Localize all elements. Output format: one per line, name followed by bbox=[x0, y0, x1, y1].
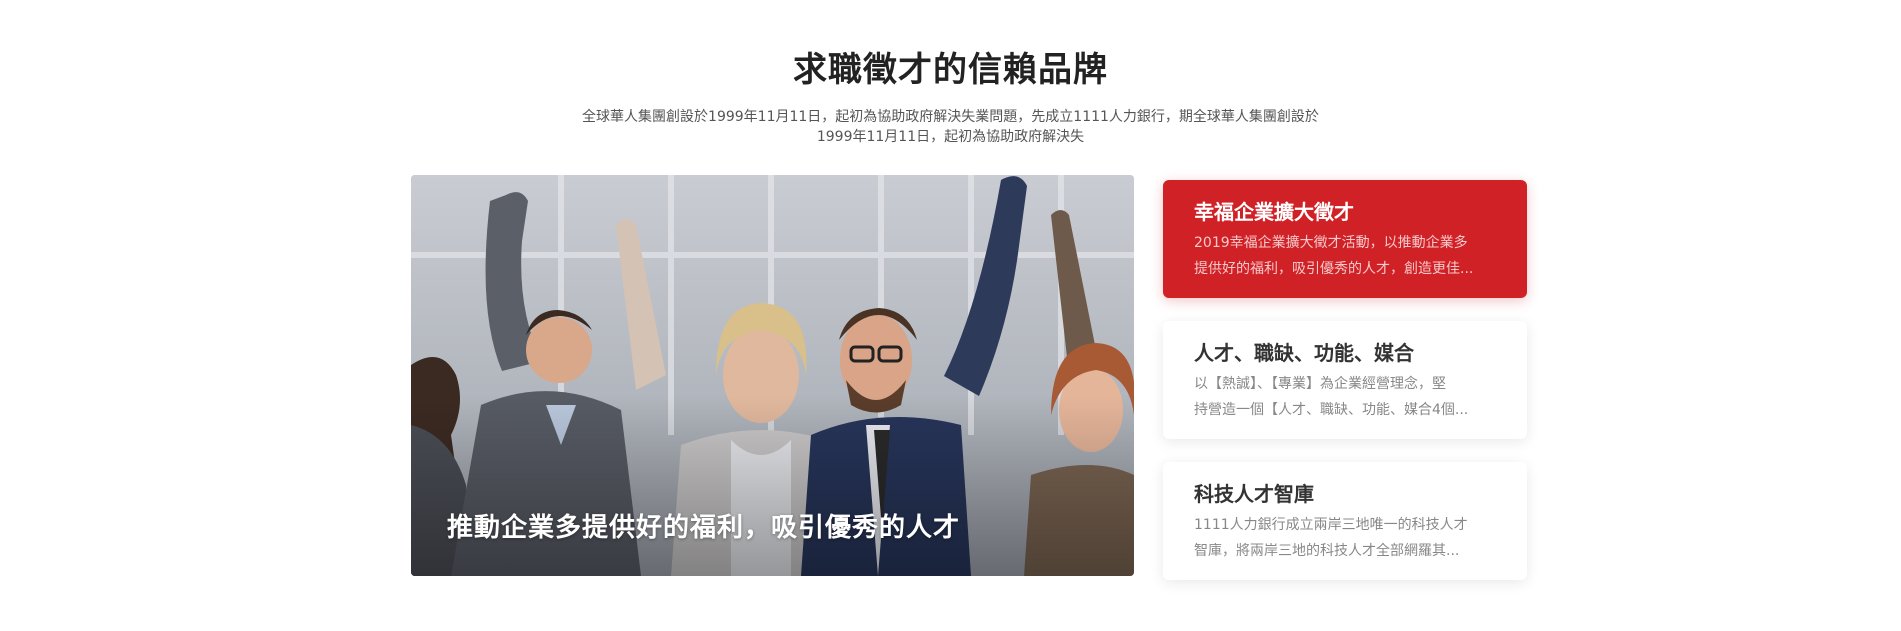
hero-banner[interactable]: 推動企業多提供好的福利，吸引優秀的人才 bbox=[411, 175, 1134, 576]
card-summary-line: 2019幸福企業擴大徵才活動，以推動企業多 bbox=[1194, 235, 1468, 251]
hero-caption: 推動企業多提供好的福利，吸引優秀的人才 bbox=[447, 513, 961, 543]
section-description: 全球華人集團創設於1999年11月11日，起初為協助政府解決失業問題，先成立11… bbox=[582, 109, 1319, 145]
card-summary-line: 持營造一個【人才、職缺、功能、媒合4個... bbox=[1194, 402, 1469, 418]
card-title: 幸福企業擴大徵才 bbox=[1194, 200, 1354, 224]
card-title: 科技人才智庫 bbox=[1194, 482, 1314, 506]
card-summary: 1111人力銀行成立兩岸三地唯一的科技人才 智庫，將兩岸三地的科技人才全部網羅其… bbox=[1194, 512, 1497, 564]
card-summary: 以【熱誠】、【專業】為企業經營理念，堅 持營造一個【人才、職缺、功能、媒合4個.… bbox=[1194, 371, 1497, 423]
card-talent-matching[interactable]: 人才、職缺、功能、媒合 以【熱誠】、【專業】為企業經營理念，堅 持營造一個【人才… bbox=[1163, 321, 1527, 439]
card-summary: 2019幸福企業擴大徵才活動，以推動企業多 提供好的福利，吸引優秀的人才，創造更… bbox=[1194, 230, 1497, 282]
card-summary-line: 智庫，將兩岸三地的科技人才全部網羅其... bbox=[1194, 543, 1460, 559]
card-summary-line: 提供好的福利，吸引優秀的人才，創造更佳... bbox=[1194, 261, 1474, 277]
card-tech-talent-pool[interactable]: 科技人才智庫 1111人力銀行成立兩岸三地唯一的科技人才 智庫，將兩岸三地的科技… bbox=[1163, 462, 1527, 580]
section-title: 求職徵才的信賴品牌 bbox=[793, 50, 1108, 90]
card-summary-line: 以【熱誠】、【專業】為企業經營理念，堅 bbox=[1194, 376, 1446, 392]
card-happy-enterprise[interactable]: 幸福企業擴大徵才 2019幸福企業擴大徵才活動，以推動企業多 提供好的福利，吸引… bbox=[1163, 180, 1527, 298]
card-summary-line: 1111人力銀行成立兩岸三地唯一的科技人才 bbox=[1194, 517, 1468, 533]
card-title: 人才、職缺、功能、媒合 bbox=[1194, 341, 1414, 365]
